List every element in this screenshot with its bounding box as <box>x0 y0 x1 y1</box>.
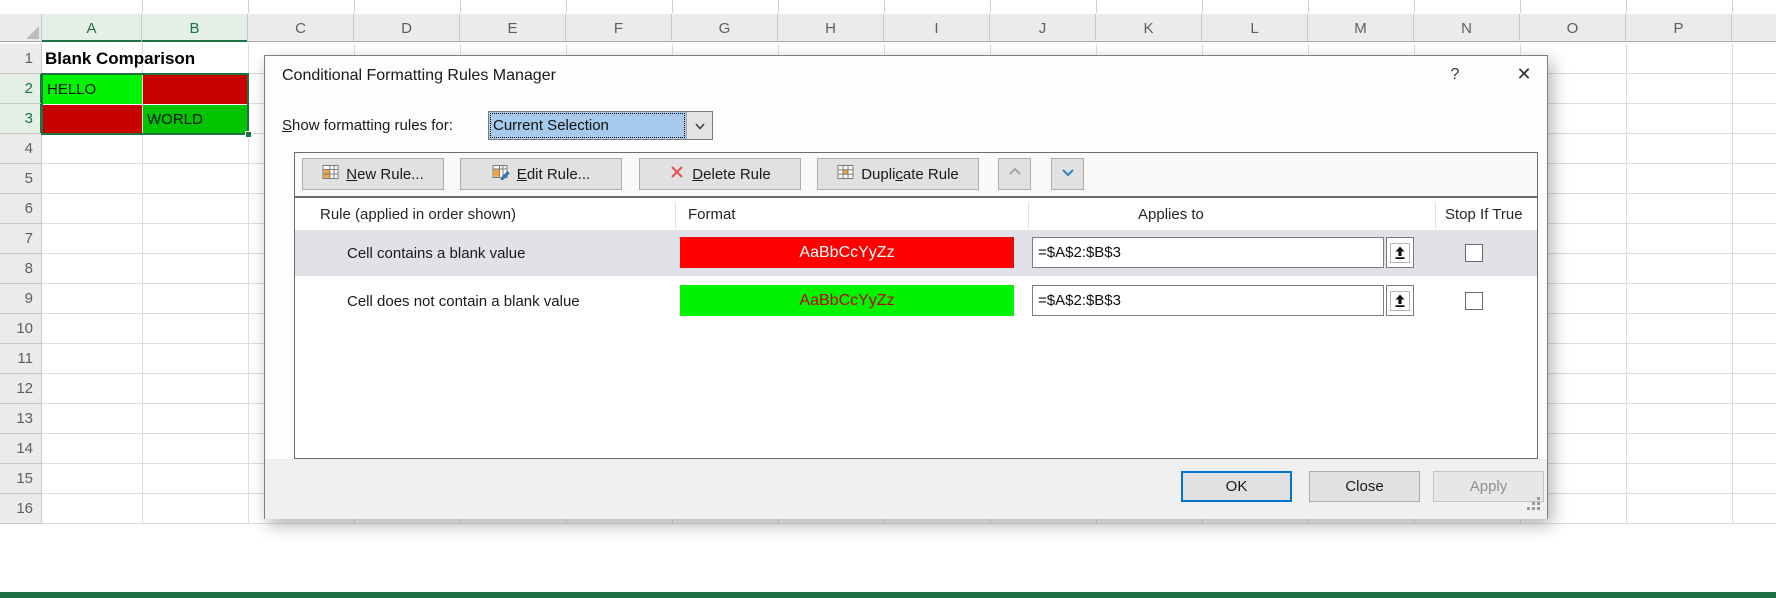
sheet-tab-bar-edge <box>0 592 1776 598</box>
stop-if-true-checkbox[interactable] <box>1465 292 1483 310</box>
column-header[interactable]: D <box>354 14 460 42</box>
row-header[interactable]: 3 <box>0 104 42 134</box>
delete-x-icon <box>669 164 685 184</box>
applies-to-input[interactable] <box>1032 237 1384 268</box>
edit-rule-button[interactable]: Edit Rule... <box>460 158 622 190</box>
rule-row-not-blank[interactable]: Cell does not contain a blank value AaBb… <box>295 278 1537 324</box>
label-accel: S <box>282 117 292 134</box>
row-header[interactable]: 10 <box>0 314 42 344</box>
rule-name: Cell contains a blank value <box>347 230 525 276</box>
cell-a1[interactable]: Blank Comparison <box>45 44 275 74</box>
apply-button[interactable]: Apply <box>1433 471 1544 502</box>
column-header[interactable]: M <box>1308 14 1414 42</box>
column-header[interactable]: P <box>1626 14 1732 42</box>
new-rule-icon <box>322 164 339 184</box>
format-preview: AaBbCcYyZz <box>680 237 1014 268</box>
column-header[interactable]: B <box>142 14 248 42</box>
row-header[interactable]: 11 <box>0 344 42 374</box>
column-header[interactable]: G <box>672 14 778 42</box>
edit-rule-label: Edit Rule... <box>517 166 590 183</box>
close-button[interactable]: Close <box>1309 471 1420 502</box>
fill-handle[interactable] <box>245 131 252 138</box>
rules-list: Rule (applied in order shown) Format App… <box>294 197 1538 459</box>
dropdown-chevron-icon[interactable] <box>686 112 712 139</box>
select-all-triangle-icon <box>26 26 39 39</box>
row-header[interactable]: 12 <box>0 374 42 404</box>
resize-grip[interactable] <box>1537 497 1540 500</box>
column-header[interactable]: C <box>248 14 354 42</box>
move-down-icon <box>1060 165 1076 183</box>
stop-if-true-column-header: Stop If True <box>1445 198 1523 230</box>
dialog-title: Conditional Formatting Rules Manager <box>282 67 556 85</box>
row-headers: 12345678910111213141516 <box>0 44 42 524</box>
duplicate-rule-label: Duplicate Rule <box>861 166 959 183</box>
format-preview: AaBbCcYyZz <box>680 285 1014 316</box>
selection-border <box>41 73 249 135</box>
column-separator <box>1435 202 1436 228</box>
move-rule-down-button[interactable] <box>1051 158 1084 190</box>
delete-rule-label: Delete Rule <box>692 166 770 183</box>
row-header[interactable]: 9 <box>0 284 42 314</box>
collapse-dialog-icon <box>1390 291 1410 311</box>
show-rules-dropdown[interactable]: Current Selection <box>488 111 713 140</box>
applies-to-input[interactable] <box>1032 285 1384 316</box>
rule-column-header: Rule (applied in order shown) <box>320 198 516 230</box>
collapse-dialog-button[interactable] <box>1386 285 1414 316</box>
row-header[interactable]: 8 <box>0 254 42 284</box>
row-header[interactable]: 7 <box>0 224 42 254</box>
column-separator <box>1028 202 1029 228</box>
stop-if-true-checkbox[interactable] <box>1465 244 1483 262</box>
delete-rule-button[interactable]: Delete Rule <box>639 158 801 190</box>
row-header[interactable]: 5 <box>0 164 42 194</box>
row-header[interactable]: 2 <box>0 74 42 104</box>
collapse-dialog-button[interactable] <box>1386 237 1414 268</box>
duplicate-rule-button[interactable]: Duplicate Rule <box>817 158 979 190</box>
column-header[interactable]: E <box>460 14 566 42</box>
row-header[interactable]: 1 <box>0 44 42 74</box>
close-icon[interactable]: ✕ <box>1509 64 1539 90</box>
duplicate-rule-icon <box>837 164 854 184</box>
show-formatting-rules-label: Show formatting rules for: <box>282 117 453 134</box>
column-headers: ABCDEFGHIJKLMNOP <box>42 14 1776 42</box>
format-column-header: Format <box>688 198 736 230</box>
column-header[interactable]: L <box>1202 14 1308 42</box>
rules-toolbar: New Rule... Edit Rule... Delete Rule Dup… <box>294 152 1538 197</box>
new-rule-label: New Rule... <box>346 166 424 183</box>
column-header[interactable]: N <box>1414 14 1520 42</box>
row-header[interactable]: 13 <box>0 404 42 434</box>
ok-button[interactable]: OK <box>1181 471 1292 502</box>
rule-name: Cell does not contain a blank value <box>347 278 580 324</box>
dropdown-value: Current Selection <box>489 112 686 139</box>
row-header[interactable]: 14 <box>0 434 42 464</box>
column-header[interactable]: J <box>990 14 1096 42</box>
column-header[interactable]: H <box>778 14 884 42</box>
applies-to-column-header: Applies to <box>1138 198 1204 230</box>
row-header[interactable]: 6 <box>0 194 42 224</box>
collapse-dialog-icon <box>1390 243 1410 263</box>
column-header[interactable]: A <box>42 14 142 42</box>
column-header[interactable]: O <box>1520 14 1626 42</box>
row-header[interactable]: 15 <box>0 464 42 494</box>
move-rule-up-button[interactable] <box>998 158 1031 190</box>
label-post: how formatting rules for: <box>292 117 453 134</box>
new-rule-button[interactable]: New Rule... <box>302 158 444 190</box>
row-header[interactable]: 4 <box>0 134 42 164</box>
row-header[interactable]: 16 <box>0 494 42 524</box>
help-icon[interactable]: ? <box>1443 66 1467 90</box>
formula-bar-edge <box>142 0 1735 13</box>
column-header[interactable]: K <box>1096 14 1202 42</box>
column-header[interactable]: I <box>884 14 990 42</box>
edit-rule-icon <box>492 164 510 184</box>
select-all-corner[interactable] <box>0 14 42 42</box>
conditional-formatting-rules-manager-dialog: Conditional Formatting Rules Manager ? ✕… <box>264 55 1548 519</box>
move-up-icon <box>1007 165 1023 183</box>
column-header[interactable]: F <box>566 14 672 42</box>
rule-row-blank[interactable]: Cell contains a blank value AaBbCcYyZz <box>295 230 1537 276</box>
dialog-footer: OK Close Apply <box>265 459 1547 519</box>
column-separator <box>675 202 676 228</box>
